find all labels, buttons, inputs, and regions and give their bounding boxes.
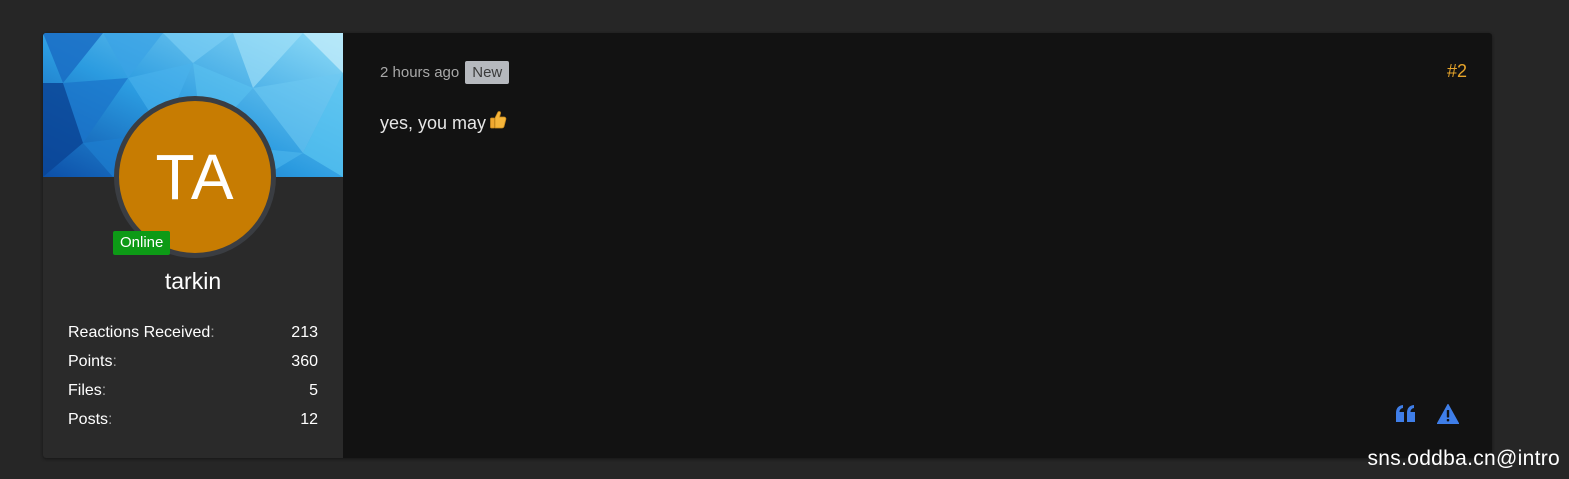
report-button[interactable] <box>1436 402 1459 425</box>
quote-button[interactable] <box>1394 402 1417 425</box>
stat-row-points: Points: 360 <box>68 348 318 377</box>
stat-value: 12 <box>300 411 318 428</box>
stat-label: Reactions Received: <box>68 324 215 341</box>
quote-icon <box>1395 405 1415 422</box>
user-panel: TA Online tarkin Reactions Received: 213… <box>43 33 343 458</box>
stat-label: Files: <box>68 382 107 399</box>
post-body: 2 hours ago New #2 yes, you may <box>343 33 1492 458</box>
warning-icon <box>1436 403 1459 424</box>
watermark: sns.oddba.cn@intro <box>1367 447 1560 470</box>
post-number-link[interactable]: #2 <box>1447 60 1467 82</box>
post-timestamp[interactable]: 2 hours ago <box>380 64 459 81</box>
stat-row-files: Files: 5 <box>68 377 318 406</box>
thumbs-up-icon <box>489 110 507 136</box>
online-status-badge: Online <box>113 231 171 255</box>
stat-row-posts: Posts: 12 <box>68 406 318 435</box>
stat-row-reactions: Reactions Received: 213 <box>68 319 318 348</box>
new-badge: New <box>465 60 510 84</box>
username[interactable]: tarkin <box>43 265 343 297</box>
message-text: yes, you may <box>380 113 487 133</box>
post-actions <box>1394 402 1459 425</box>
post-message: yes, you may <box>380 110 507 136</box>
stat-label: Posts: <box>68 411 113 428</box>
stat-value: 5 <box>309 382 318 399</box>
user-stats: Reactions Received: 213 Points: 360 File… <box>68 319 318 435</box>
stat-value: 360 <box>291 353 318 370</box>
stat-value: 213 <box>291 324 318 341</box>
forum-post: TA Online tarkin Reactions Received: 213… <box>43 33 1492 458</box>
post-meta: 2 hours ago New <box>380 60 510 84</box>
stat-label: Points: <box>68 353 117 370</box>
